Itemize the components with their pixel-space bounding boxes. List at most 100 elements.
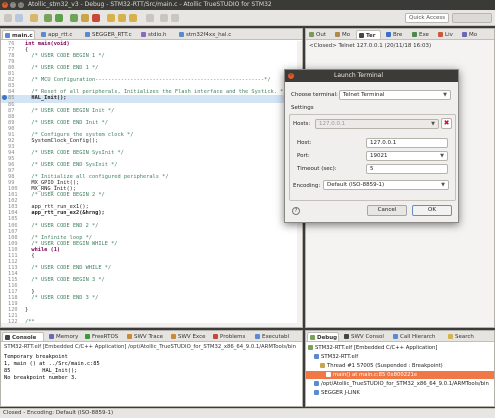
- tab-breakpoints[interactable]: Bre: [384, 30, 408, 39]
- host-input[interactable]: 127.0.0.1: [366, 138, 448, 148]
- new-icon[interactable]: [4, 14, 12, 22]
- debug-icon[interactable]: [44, 14, 52, 22]
- quick-access-input[interactable]: Quick Access: [405, 13, 449, 23]
- status-bar: Closed - Encoding: Default (ISO-8859-1): [0, 408, 495, 418]
- c-file-icon: [5, 32, 10, 38]
- settings-label: Settings: [291, 105, 314, 111]
- console-line: Temporary breakpoint: [4, 354, 68, 360]
- host-label: Host:: [297, 140, 312, 146]
- tab-terminal[interactable]: Ter: [356, 30, 381, 39]
- build-icon[interactable]: [30, 14, 38, 22]
- tab-stdio-h[interactable]: stdio.h: [139, 30, 173, 39]
- step-into-icon[interactable]: [107, 14, 115, 22]
- tab-swv-console[interactable]: SWV Consol: [342, 332, 388, 341]
- hosts-select[interactable]: 127.0.0.1 ▼: [315, 119, 439, 129]
- tab-debug[interactable]: Debug: [307, 332, 339, 341]
- suspend-icon[interactable]: [81, 14, 89, 22]
- back-icon[interactable]: [160, 14, 168, 22]
- debug-tree-item[interactable]: /opt/Atollic_TrueSTUDIO_for_STM32_x86_64…: [306, 380, 494, 388]
- close-window-icon[interactable]: ×: [2, 2, 8, 8]
- debug-icon: [310, 334, 315, 340]
- resume-icon[interactable]: [70, 14, 78, 22]
- problems-icon: [213, 333, 218, 339]
- tab-problems[interactable]: Problems: [211, 332, 251, 341]
- debug-tabbar: Debug SWV Consol Call Hierarch Search: [306, 331, 494, 342]
- executables-icon: [255, 333, 260, 339]
- run-icon[interactable]: [55, 14, 63, 22]
- console-view: Console Memory FreeRTOS SWV Trace SWV Ex…: [0, 330, 303, 407]
- delete-host-button[interactable]: ✖: [441, 118, 452, 129]
- c-file-icon: [85, 31, 90, 37]
- port-select[interactable]: 19021 ▼: [366, 151, 448, 161]
- debug-tree-item[interactable]: STM32-RTT.elf [Embedded C/C++ Applicatio…: [306, 344, 494, 352]
- tab-console[interactable]: Console: [2, 332, 44, 341]
- console-line: No breakpoint number 3.: [4, 375, 78, 381]
- chevron-down-icon: ▼: [431, 121, 435, 127]
- tab-freertos[interactable]: FreeRTOS: [83, 332, 123, 341]
- tab-executables[interactable]: Executabl: [253, 332, 299, 341]
- dialog-close-icon[interactable]: ×: [288, 73, 294, 79]
- code-area[interactable]: 76 int main(void) 77{78 /* USER CODE BEGIN…: [1, 41, 302, 327]
- search-icon: [448, 333, 453, 339]
- choose-terminal-select[interactable]: Telnet Terminal ▼: [339, 90, 451, 100]
- tab-segger-rtt-c[interactable]: SEGGER_RTT.c: [83, 30, 135, 39]
- save-icon[interactable]: [15, 14, 23, 22]
- tab-live-expressions[interactable]: Liv: [436, 30, 458, 39]
- timeout-label: Timeout (sec):: [297, 166, 337, 172]
- dialog-title: Launch Terminal: [334, 72, 383, 79]
- debug-tree-item[interactable]: Thread #1 57005 (Suspended : Breakpoint): [306, 362, 494, 370]
- tab-outline[interactable]: Out: [307, 30, 331, 39]
- terminate-icon[interactable]: [92, 14, 100, 22]
- tab-memory[interactable]: Mo: [460, 30, 482, 39]
- search-icon[interactable]: [146, 14, 154, 22]
- code-editor: main.c app_rtt.c SEGGER_RTT.c stdio.h st…: [0, 28, 303, 328]
- editor-tabbar: main.c app_rtt.c SEGGER_RTT.c stdio.h st…: [1, 29, 302, 40]
- debug-tree-item[interactable]: SEGGER J-LINK: [306, 389, 494, 397]
- tab-modules[interactable]: Mo: [333, 30, 354, 39]
- perspective-switcher[interactable]: [452, 13, 492, 23]
- target-icon: [314, 353, 319, 359]
- thread-icon: [320, 362, 325, 368]
- console-output[interactable]: Temporary breakpoint 1, main () at ../Sr…: [4, 354, 100, 382]
- minimize-window-icon[interactable]: –: [10, 2, 16, 8]
- h-file-icon: [141, 31, 146, 37]
- port-label: Port:: [297, 153, 310, 159]
- forward-icon[interactable]: [171, 14, 179, 22]
- tab-stm32f4xx-hal-c[interactable]: stm32f4xx_hal.c: [177, 30, 239, 39]
- console-icon: [5, 334, 10, 340]
- encoding-select[interactable]: Default (ISO-8859-1) ▼: [323, 180, 449, 190]
- ok-button[interactable]: OK: [412, 205, 452, 216]
- step-over-icon[interactable]: [118, 14, 126, 22]
- tab-app-rtt-c[interactable]: app_rtt.c: [39, 30, 79, 39]
- tab-swv-exceptions[interactable]: SWV Exce: [169, 332, 209, 341]
- editor-scrollbar-horizontal[interactable]: [1, 323, 302, 327]
- step-return-icon[interactable]: [129, 14, 137, 22]
- tab-swv-trace[interactable]: SWV Trace: [125, 332, 167, 341]
- help-icon[interactable]: ?: [292, 207, 300, 215]
- live-icon: [438, 31, 443, 37]
- c-file-icon: [41, 31, 46, 37]
- tab-search[interactable]: Search: [446, 332, 486, 341]
- console-line: 1, main () at ../Src/main.c:85: [4, 361, 100, 367]
- chevron-down-icon: ▼: [440, 153, 444, 159]
- tab-call-hierarchy[interactable]: Call Hierarch: [391, 332, 443, 341]
- console-tabbar: Console Memory FreeRTOS SWV Trace SWV Ex…: [1, 331, 302, 342]
- memory-icon: [462, 31, 467, 37]
- instruction-pointer-icon[interactable]: [2, 95, 7, 101]
- debug-tree-item[interactable]: STM32-RTT.elf: [306, 353, 494, 361]
- tab-expressions[interactable]: Exe: [410, 30, 434, 39]
- process-icon: [314, 389, 319, 395]
- swv-console-icon: [344, 333, 349, 339]
- tab-main-c[interactable]: main.c: [2, 30, 35, 39]
- delete-icon: ✖: [443, 119, 450, 127]
- console-launch-path: STM32-RTT.elf [Embedded C/C++ Applicatio…: [4, 344, 296, 350]
- encoding-label: Encoding:: [293, 183, 321, 189]
- timeout-input[interactable]: 5: [366, 164, 448, 174]
- debug-tree-item-selected[interactable]: main() at main.c:85 0x800221e: [306, 371, 494, 379]
- tab-memory[interactable]: Memory: [47, 332, 81, 341]
- maximize-window-icon[interactable]: □: [18, 2, 24, 8]
- cancel-button[interactable]: Cancel: [367, 205, 407, 216]
- chevron-down-icon: ▼: [441, 182, 445, 188]
- stack-frame-icon: [326, 371, 331, 377]
- call-hierarchy-icon: [393, 333, 398, 339]
